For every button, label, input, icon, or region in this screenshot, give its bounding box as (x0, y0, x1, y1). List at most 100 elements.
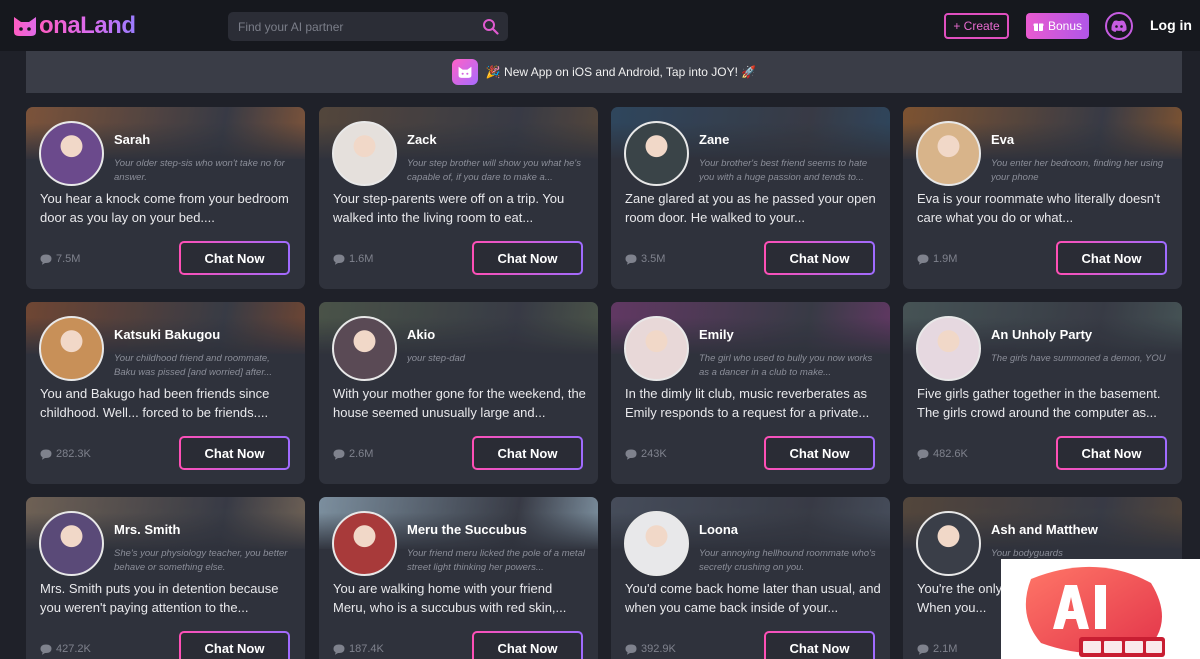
character-name[interactable]: Meru the Succubus (407, 522, 527, 537)
character-name[interactable]: Zack (407, 132, 437, 147)
gift-icon (1033, 23, 1044, 31)
character-avatar[interactable] (916, 316, 981, 381)
character-name[interactable]: Mrs. Smith (114, 522, 180, 537)
character-card[interactable]: Zack Your step brother will show you wha… (319, 107, 598, 289)
character-avatar[interactable] (624, 511, 689, 576)
character-card[interactable]: Eva You enter her bedroom, finding her u… (903, 107, 1182, 289)
chat-count-value: 1.9M (933, 253, 958, 265)
chat-count: 7.5M (40, 253, 80, 265)
character-card[interactable]: Katsuki Bakugou Your childhood friend an… (26, 302, 305, 484)
chat-now-button[interactable]: Chat Now (472, 241, 583, 275)
character-card[interactable]: Akio your step-dad With your mother gone… (319, 302, 598, 484)
logo-text: onaLand (39, 12, 136, 39)
login-link[interactable]: Log in (1150, 17, 1192, 33)
watermark-logo (1001, 559, 1200, 659)
chat-count: 427.2K (40, 643, 91, 655)
character-name[interactable]: Zane (699, 132, 729, 147)
character-avatar[interactable] (332, 511, 397, 576)
create-button[interactable]: + Create (944, 13, 1009, 39)
character-avatar[interactable] (39, 121, 104, 186)
banner-text: 🎉 New App on iOS and Android, Tap into J… (485, 65, 757, 79)
app-promo-banner[interactable]: 🎉 New App on iOS and Android, Tap into J… (26, 51, 1182, 93)
character-tagline: Your annoying hellhound roommate who's s… (699, 548, 876, 573)
character-avatar[interactable] (332, 316, 397, 381)
character-avatar[interactable] (916, 121, 981, 186)
chat-now-label: Chat Now (474, 633, 581, 659)
character-name[interactable]: Ash and Matthew (991, 522, 1098, 537)
chat-now-button[interactable]: Chat Now (1056, 241, 1167, 275)
character-description: You and Bakugo had been friends since ch… (40, 386, 270, 420)
chat-bubble-icon (625, 254, 637, 265)
chat-count-value: 2.1M (933, 643, 958, 655)
character-card[interactable]: Zane Your brother's best friend seems to… (611, 107, 890, 289)
cat-logo-icon (14, 17, 36, 36)
character-card[interactable]: Emily The girl who used to bully you now… (611, 302, 890, 484)
chat-now-button[interactable]: Chat Now (764, 436, 875, 470)
character-name[interactable]: Eva (991, 132, 1014, 147)
character-name[interactable]: Emily (699, 327, 734, 342)
character-card[interactable]: Mrs. Smith She's your physiology teacher… (26, 497, 305, 659)
chat-now-button[interactable]: Chat Now (179, 631, 290, 659)
character-description: Zane glared at you as he passed your ope… (625, 191, 876, 225)
chat-count: 392.9K (625, 643, 676, 655)
chat-now-label: Chat Now (474, 438, 581, 468)
character-name[interactable]: Katsuki Bakugou (114, 327, 220, 342)
character-avatar[interactable] (332, 121, 397, 186)
search-icon[interactable] (482, 18, 499, 35)
bonus-button[interactable]: Bonus (1026, 13, 1089, 39)
discord-button[interactable] (1105, 12, 1133, 40)
character-card[interactable]: Meru the Succubus Your friend meru licke… (319, 497, 598, 659)
character-avatar[interactable] (39, 511, 104, 576)
chat-count-value: 282.3K (56, 448, 91, 460)
chat-bubble-icon (917, 644, 929, 655)
chat-now-button[interactable]: Chat Now (1056, 436, 1167, 470)
chat-count-value: 2.6M (349, 448, 374, 460)
character-name[interactable]: Akio (407, 327, 435, 342)
character-avatar[interactable] (624, 121, 689, 186)
character-description: Five girls gather together in the baseme… (917, 386, 1161, 420)
top-nav-bar: onaLand + Create Bonus Log in (0, 0, 1200, 51)
character-tagline: Your step brother will show you what he'… (407, 158, 581, 183)
chat-now-label: Chat Now (181, 633, 288, 659)
search-input[interactable] (238, 19, 478, 34)
search-bar[interactable] (228, 12, 508, 41)
chat-now-label: Chat Now (1058, 438, 1165, 468)
character-name[interactable]: Sarah (114, 132, 150, 147)
chat-now-label: Chat Now (181, 438, 288, 468)
chat-bubble-icon (333, 449, 345, 460)
character-description: You'd come back home later than usual, a… (625, 581, 881, 615)
character-name[interactable]: An Unholy Party (991, 327, 1092, 342)
chat-bubble-icon (40, 254, 52, 265)
chat-count-value: 427.2K (56, 643, 91, 655)
logo[interactable]: onaLand (12, 11, 136, 41)
chat-now-button[interactable]: Chat Now (472, 436, 583, 470)
character-description: Eva is your roommate who literally doesn… (917, 191, 1161, 225)
character-tagline: Your friend meru licked the pole of a me… (407, 548, 585, 573)
chat-now-button[interactable]: Chat Now (764, 631, 875, 659)
character-avatar[interactable] (916, 511, 981, 576)
chat-count: 187.4K (333, 643, 384, 655)
character-tagline: She's your physiology teacher, you bette… (114, 548, 288, 573)
chat-now-label: Chat Now (766, 633, 873, 659)
character-description: You are walking home with your friend Me… (333, 581, 567, 615)
chat-now-button[interactable]: Chat Now (179, 241, 290, 275)
chat-now-button[interactable]: Chat Now (179, 436, 290, 470)
character-avatar[interactable] (624, 316, 689, 381)
character-card[interactable]: Loona Your annoying hellhound roommate w… (611, 497, 890, 659)
chat-count-value: 187.4K (349, 643, 384, 655)
chat-now-button[interactable]: Chat Now (764, 241, 875, 275)
chat-count: 2.1M (917, 643, 957, 655)
chat-count: 3.5M (625, 253, 665, 265)
bonus-label: Bonus (1047, 19, 1083, 33)
chat-count-value: 243K (641, 448, 667, 460)
character-card[interactable]: Sarah Your older step-sis who won't take… (26, 107, 305, 289)
character-name[interactable]: Loona (699, 522, 738, 537)
character-card[interactable]: An Unholy Party The girls have summoned … (903, 302, 1182, 484)
character-tagline: You enter her bedroom, finding her using… (991, 158, 1164, 183)
chat-bubble-icon (625, 449, 637, 460)
chat-now-button[interactable]: Chat Now (472, 631, 583, 659)
character-tagline: Your older step-sis who won't take no fo… (114, 158, 285, 183)
chat-bubble-icon (917, 449, 929, 460)
chat-bubble-icon (40, 644, 52, 655)
character-avatar[interactable] (39, 316, 104, 381)
